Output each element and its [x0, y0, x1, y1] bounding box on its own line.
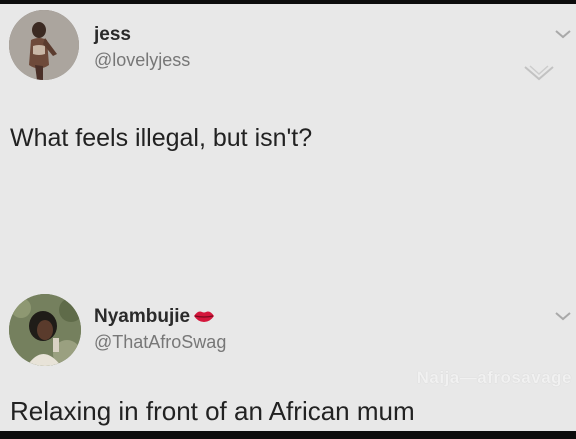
display-name-text: Nyambujie: [94, 306, 191, 327]
tweet-card: jess @lovelyjess What feels illegal, but…: [0, 4, 576, 259]
avatar-photo: [9, 294, 81, 366]
avatar[interactable]: [9, 294, 81, 366]
user-handle[interactable]: @ThatAfroSwag: [94, 332, 226, 353]
tweet-card: Nyambujie @ThatAfroSwag Naija—afrosavage…: [0, 284, 576, 431]
user-handle[interactable]: @lovelyjess: [94, 50, 190, 71]
avatar-photo: [9, 10, 79, 80]
chevron-down-icon: [524, 65, 554, 81]
tweet-text: Relaxing in front of an African mum: [10, 396, 415, 426]
avatar[interactable]: [9, 10, 79, 80]
display-name[interactable]: Nyambujie: [94, 306, 215, 328]
display-name[interactable]: jess: [94, 24, 131, 46]
watermark: Naija—afrosavage: [416, 368, 572, 387]
screenshot-frame: jess @lovelyjess What feels illegal, but…: [0, 0, 576, 439]
chevron-down-icon[interactable]: [554, 310, 572, 322]
tweet-text: What feels illegal, but isn't?: [10, 124, 313, 152]
chevron-down-icon[interactable]: [554, 28, 572, 40]
lips-icon: [194, 311, 215, 322]
